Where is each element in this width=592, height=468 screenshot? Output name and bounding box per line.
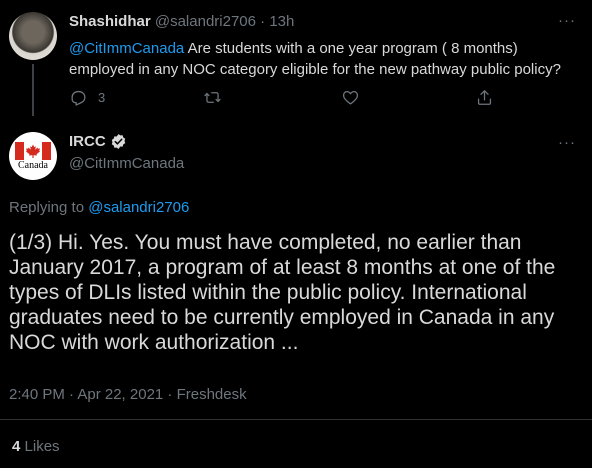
main-tweet-text: (1/3) Hi. Yes. You must have completed, … [9, 231, 556, 354]
parent-action-bar: 3 [69, 88, 509, 108]
parent-tweet-text: @CitImmCanada Are students with a one ye… [69, 38, 579, 80]
likes-count-link[interactable]: 4 Likes [12, 438, 60, 455]
reply-count: 3 [98, 90, 106, 105]
parent-mention-link[interactable]: @CitImmCanada [69, 40, 184, 57]
more-icon[interactable]: ··· [558, 134, 576, 151]
parent-time[interactable]: 13h [269, 13, 294, 30]
verified-badge-icon [111, 134, 125, 149]
parent-display-name[interactable]: Shashidhar [69, 13, 151, 30]
parent-tweet[interactable]: Shashidhar @salandri2706 · 13h ··· @CitI… [0, 0, 592, 116]
divider [0, 419, 592, 420]
more-icon[interactable]: ··· [558, 12, 576, 29]
replying-to-line: Replying to @salandri2706 [9, 199, 189, 216]
retweet-icon [204, 92, 221, 103]
retweet-button[interactable] [203, 88, 222, 107]
thread-connector-line [32, 64, 34, 116]
replying-prefix: Replying to [9, 199, 89, 216]
tweet-timestamp[interactable]: 2:40 PM · Apr 22, 2021 · Freshdesk [9, 386, 247, 403]
parent-handle[interactable]: @salandri2706 [155, 13, 256, 30]
avatar-ircc[interactable]: Canada [9, 132, 57, 180]
reply-button[interactable]: 3 [69, 88, 105, 107]
main-display-name[interactable]: IRCC [69, 133, 106, 150]
canada-flag-icon [15, 142, 51, 160]
reply-icon [71, 90, 86, 106]
main-handle[interactable]: @CitImmCanada [69, 155, 184, 172]
parent-tweet-header: Shashidhar @salandri2706 · 13h [69, 13, 294, 30]
like-icon [342, 91, 359, 105]
main-display-name-row[interactable]: IRCC [69, 133, 127, 150]
likes-number: 4 [12, 438, 21, 455]
replying-to-link[interactable]: @salandri2706 [88, 199, 189, 216]
like-button[interactable] [341, 88, 360, 107]
share-button[interactable] [475, 88, 494, 107]
share-icon [477, 90, 492, 105]
likes-label: Likes [24, 438, 60, 455]
header-separator: · [256, 13, 270, 30]
avatar-shashidhar[interactable] [9, 12, 57, 60]
canada-wordmark: Canada [18, 160, 48, 171]
tweet-thread: Shashidhar @salandri2706 · 13h ··· @CitI… [0, 0, 592, 468]
